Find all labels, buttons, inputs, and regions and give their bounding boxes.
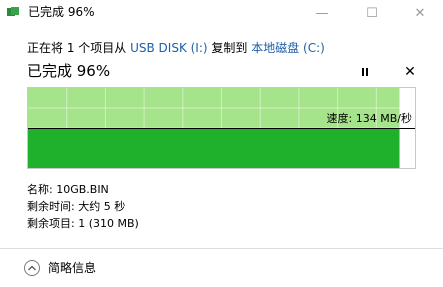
copy-prefix: 正在将 1 个项目从 <box>27 41 131 55</box>
chevron-up-icon <box>24 259 40 276</box>
speed-line <box>28 128 415 129</box>
pause-icon-bar-right <box>366 68 368 76</box>
progress-status: 已完成 96% <box>27 62 111 80</box>
minimize-button[interactable]: — <box>302 0 342 26</box>
footer-divider <box>0 248 443 249</box>
pause-icon-bar-left <box>362 68 364 76</box>
stop-button[interactable]: ✕ <box>400 62 420 82</box>
minimize-icon: — <box>315 5 329 21</box>
close-icon: ✕ <box>414 5 426 21</box>
file-name: 名称: 10GB.BIN <box>27 183 109 196</box>
speed-area <box>28 128 400 168</box>
transfer-speed-graph: 速度: 134 MB/秒 <box>27 87 416 169</box>
transfer-details: 名称: 10GB.BIN 剩余时间: 大约 5 秒 剩余项目: 1 (310 M… <box>27 181 139 232</box>
stop-icon: ✕ <box>404 64 416 80</box>
folder-copy-icon <box>7 7 19 16</box>
fewer-details-toggle[interactable]: 简略信息 <box>24 259 96 276</box>
window-title: 已完成 96% <box>28 5 95 19</box>
copy-middle: 复制到 <box>207 41 252 55</box>
items-remaining: 剩余项目: 1 (310 MB) <box>27 217 139 230</box>
fewer-details-label: 简略信息 <box>48 261 97 275</box>
speed-label: 速度: 134 MB/秒 <box>326 112 412 125</box>
maximize-icon: ☐ <box>366 5 378 21</box>
time-remaining: 剩余时间: 大约 5 秒 <box>27 200 126 213</box>
title-bar: 已完成 96% — ☐ ✕ <box>0 0 443 26</box>
source-link[interactable]: USB DISK (I:) <box>130 41 207 55</box>
copy-description: 正在将 1 个项目从 USB DISK (I:) 复制到 本地磁盘 (C:) <box>27 40 325 56</box>
destination-link[interactable]: 本地磁盘 (C:) <box>251 41 325 55</box>
pause-button[interactable] <box>355 62 375 82</box>
close-button[interactable]: ✕ <box>400 0 440 26</box>
maximize-button[interactable]: ☐ <box>352 0 392 26</box>
